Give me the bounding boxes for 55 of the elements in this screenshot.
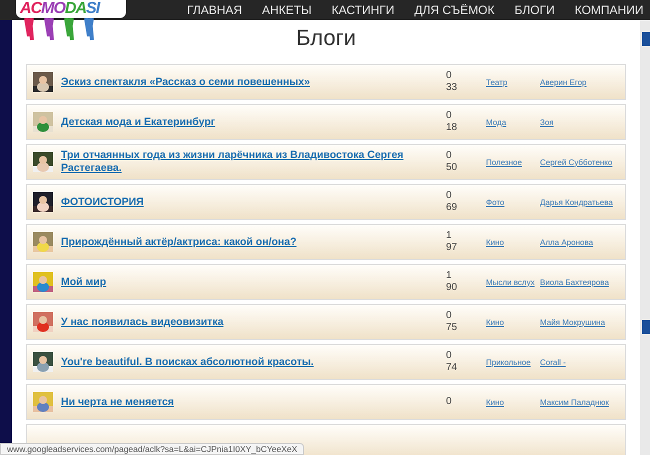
author-link[interactable]: Максим Паладнюк bbox=[540, 396, 620, 408]
nav-link[interactable]: ГЛАВНАЯ bbox=[187, 0, 242, 20]
count: 0 bbox=[446, 350, 453, 362]
category-link[interactable]: Театр bbox=[486, 76, 540, 88]
nav-link[interactable]: АНКЕТЫ bbox=[262, 0, 312, 20]
count: 0 bbox=[446, 110, 453, 122]
count: 90 bbox=[446, 282, 458, 294]
nav-link[interactable]: КОМПАНИИ bbox=[574, 0, 644, 20]
count: 74 bbox=[446, 362, 458, 374]
count: 33 bbox=[446, 82, 458, 94]
blog-title-link[interactable]: Детская мода и Екатеринбург bbox=[61, 116, 446, 128]
author-link[interactable]: Corall - bbox=[540, 356, 620, 368]
nav-link[interactable]: КАСТИНГИ bbox=[332, 0, 394, 20]
side-widget bbox=[642, 32, 650, 46]
author-link[interactable]: Зоя bbox=[540, 116, 620, 128]
page-title: Блоги bbox=[296, 24, 356, 52]
author-link[interactable]: Майя Мокрушина bbox=[540, 316, 620, 328]
count: 75 bbox=[446, 322, 458, 334]
category-link[interactable]: Фото bbox=[486, 196, 540, 208]
category-link[interactable]: Кино bbox=[486, 236, 540, 248]
category-link[interactable]: Мысли вслух bbox=[486, 276, 540, 288]
count: 0 bbox=[446, 70, 453, 82]
count: 0 bbox=[446, 190, 453, 202]
count: 69 bbox=[446, 202, 458, 214]
category-link[interactable]: Полезное bbox=[486, 156, 540, 168]
author-link[interactable]: Дарья Кондратьева bbox=[540, 196, 620, 208]
category-link[interactable]: Прикольное bbox=[486, 356, 540, 368]
blog-title-link[interactable]: Эскиз спектакля «Рассказ о семи повешенных» bbox=[61, 76, 446, 88]
status-url: www.googleadservices.com/pagead/aclk?sa=L&ai=CJPnia1I0XY_bCYeeXeX bbox=[0, 443, 304, 455]
count: 18 bbox=[446, 122, 458, 134]
count: 1 bbox=[446, 230, 453, 242]
author-link[interactable]: Алла Аронова bbox=[540, 236, 620, 248]
count: 1 bbox=[446, 270, 453, 282]
author-link[interactable]: Виола Бахтеярова bbox=[540, 276, 620, 288]
count: 97 bbox=[446, 242, 458, 254]
blog-title-link[interactable]: Мой мир bbox=[61, 276, 446, 288]
count: 50 bbox=[446, 162, 458, 174]
count: 0 bbox=[446, 310, 453, 322]
blog-title-link[interactable]: Прирождённый актёр/актриса: какой он/она? bbox=[61, 236, 446, 248]
author-link[interactable]: Сергей Субботенко bbox=[540, 156, 620, 168]
author-link[interactable]: Аверин Егор bbox=[540, 76, 620, 88]
count: 0 bbox=[446, 396, 453, 408]
logo[interactable]: ACMODASI bbox=[16, 0, 126, 18]
category-link[interactable]: Кино bbox=[486, 316, 540, 328]
category-link[interactable]: Кино bbox=[486, 396, 540, 408]
blog-title-link[interactable]: You're beautiful. В поисках абсолютной красоты. bbox=[61, 356, 446, 368]
nav-link[interactable]: БЛОГИ bbox=[514, 0, 555, 20]
category-link[interactable]: Мода bbox=[486, 116, 540, 128]
count: 0 bbox=[446, 150, 453, 162]
blog-title-link[interactable]: У нас появилась видеовизитка bbox=[61, 316, 446, 328]
blog-title-link[interactable]: ФОТОИСТОРИЯ bbox=[61, 196, 446, 208]
side-widget bbox=[642, 320, 650, 334]
blog-title-link[interactable]: Ни черта не меняется bbox=[61, 396, 446, 408]
blog-title-link[interactable]: Три отчаянных года из жизни ларёчника из Владивостока Сергея Растегаева. bbox=[61, 149, 446, 175]
nav-link[interactable]: ДЛЯ СЪЁМОК bbox=[414, 0, 495, 20]
